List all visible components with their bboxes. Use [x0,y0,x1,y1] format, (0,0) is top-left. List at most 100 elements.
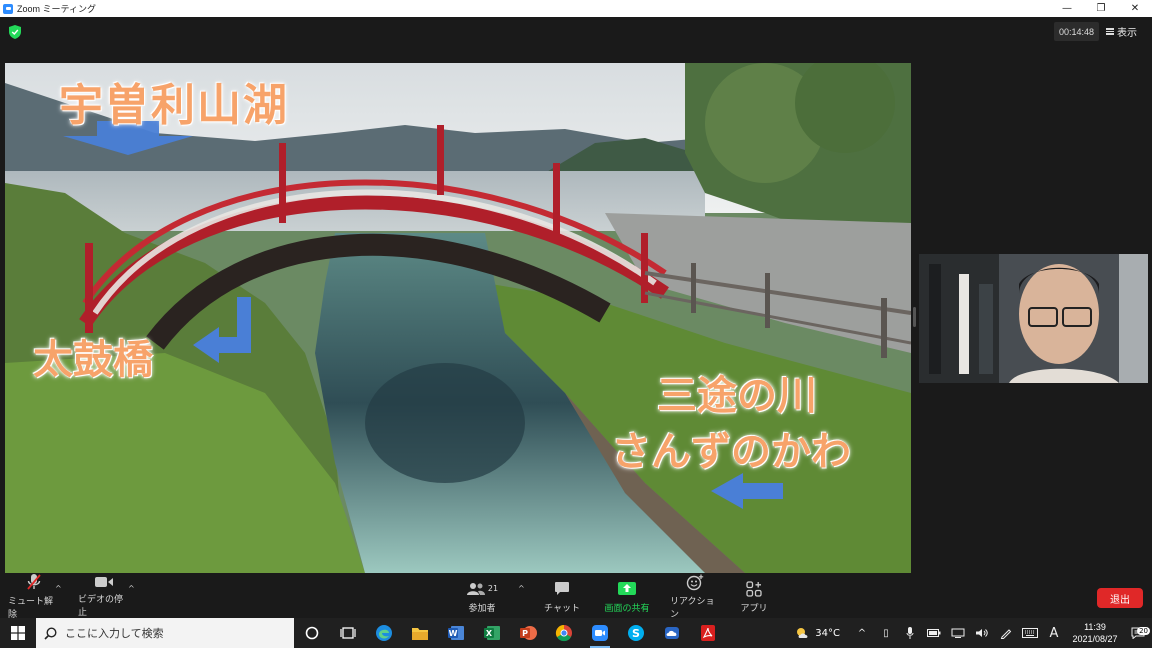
meeting-timer: 00:14:48 [1054,22,1099,41]
task-view-icon [340,627,356,639]
meeting-area: 00:14:48 表示 宇曽利山湖 太鼓橋 三途の川 さんずのかわ [0,17,1152,575]
weather-widget[interactable]: 34°C [795,626,840,640]
chat-bubble-icon [554,580,570,598]
acrobat-pdf-icon [701,625,715,641]
notification-center-button[interactable]: 20 [1124,627,1152,639]
video-camera-icon [94,575,114,589]
minimize-button[interactable]: — [1050,0,1084,17]
taskbar-search-box[interactable]: ここに入力して検索 [36,618,294,648]
cortana-button[interactable] [294,618,330,648]
participant-video-frame [919,254,1148,383]
network-icon[interactable] [946,628,970,638]
microphone-muted-icon [26,573,42,591]
chrome-icon [555,624,572,642]
river-label: 三途の川 [657,373,817,419]
taskbar-excel[interactable]: X [474,618,510,648]
video-options-chevron-up-icon[interactable]: ^ [128,584,135,593]
svg-text:S: S [632,627,640,640]
window-title: Zoom ミーティング [17,4,96,14]
reactions-button[interactable]: リアクション [670,574,720,620]
taskbar-powerpoint[interactable]: P [510,618,546,648]
cloud-icon [665,627,679,639]
share-screen-button[interactable]: 画面の共有 [600,575,654,618]
touch-keyboard-icon[interactable] [1018,628,1042,638]
panel-splitter-handle[interactable] [913,307,916,327]
taskbar-word[interactable]: W [438,618,474,648]
battery-icon[interactable] [922,629,946,637]
restore-button[interactable]: ❐ [1084,0,1118,17]
smiley-plus-icon [686,574,704,591]
powerpoint-icon: P [520,626,537,640]
zoom-app-icon [592,625,608,641]
security-shield-icon[interactable] [9,25,21,39]
search-placeholder: ここに入力して検索 [65,627,164,640]
clock-time: 11:39 [1084,622,1106,632]
taskbar-skype[interactable]: S [618,618,654,648]
apps-icon [746,580,762,598]
zoom-logo-icon [3,3,13,14]
title-bar: Zoom ミーティング — ❐ ✕ [0,0,1152,17]
grid-view-icon [1106,28,1114,35]
shared-photo [5,63,911,573]
apps-button-label: アプリ [740,603,768,614]
clock-date: 2021/08/27 [1072,634,1118,644]
view-button-label: 表示 [1117,28,1137,39]
word-icon: W [448,626,464,640]
share-screen-button-label: 画面の共有 [604,603,650,614]
skype-icon: S [628,625,644,641]
search-icon [44,626,57,640]
close-button[interactable]: ✕ [1118,0,1152,17]
svg-text:P: P [522,629,528,638]
participants-options-chevron-up-icon[interactable]: ^ [518,584,525,593]
edge-browser-icon [376,625,392,641]
apps-button[interactable]: アプリ [736,575,772,618]
participant-video[interactable] [919,254,1148,383]
notification-count-badge: 20 [1137,627,1150,635]
excel-icon: X [484,626,500,640]
unmute-button-label: ミュート解除 [8,597,54,620]
show-hidden-icons-chevron-up-icon[interactable]: ^ [850,628,874,639]
reactions-button-label: リアクション [670,596,715,620]
taskbar-zoom[interactable] [582,618,618,648]
stop-video-button[interactable]: ビデオの停止 [78,575,130,618]
task-view-button[interactable] [330,618,366,648]
sun-cloud-icon [797,628,808,638]
participants-count: 21 [487,584,499,593]
windows-taskbar: ここに入力して検索 W X P S 34°C ^ ▯ A 11:39 2021/… [0,618,1152,648]
participants-button[interactable]: 21 参加者 [462,575,502,618]
ime-indicator[interactable]: A [1042,626,1066,641]
taskbar-chrome[interactable] [546,618,582,648]
svg-text:X: X [486,629,493,638]
volume-icon[interactable] [970,628,994,638]
participants-button-label: 参加者 [468,603,496,614]
leave-button[interactable]: 退出 [1097,588,1143,608]
cortana-circle-icon [305,626,319,640]
pen-ink-icon[interactable] [994,627,1018,639]
participants-icon: 21 [466,580,498,598]
meeting-toolbar: ミュート解除 ^ ビデオの停止 ^ 21 参加者 ^ チャット 画面の共有 リア… [0,573,1152,620]
bridge-label: 太鼓橋 [33,337,153,383]
start-button[interactable] [0,618,36,648]
folder-icon [412,627,428,640]
phone-link-icon[interactable]: ▯ [874,628,898,639]
taskbar-cloud-app[interactable] [654,618,690,648]
taskbar-acrobat[interactable] [690,618,726,648]
lake-label: 宇曽利山湖 [59,80,289,131]
chat-button[interactable]: チャット [542,575,582,618]
view-button[interactable]: 表示 [1106,22,1137,41]
windows-logo-icon [11,626,25,640]
system-tray: 34°C ^ ▯ A 11:39 2021/08/27 20 [795,618,1152,648]
stop-video-button-label: ビデオの停止 [78,595,124,618]
chat-button-label: チャット [544,603,580,614]
share-screen-arrow-icon [617,580,637,598]
taskbar-edge[interactable] [366,618,402,648]
temperature: 34°C [815,627,840,639]
taskbar-file-explorer[interactable] [402,618,438,648]
river-reading-label: さんずのかわ [611,429,851,475]
svg-text:W: W [449,629,458,638]
taskbar-clock[interactable]: 11:39 2021/08/27 [1066,621,1124,645]
audio-options-chevron-up-icon[interactable]: ^ [55,584,62,593]
shared-screen[interactable]: 宇曽利山湖 太鼓橋 三途の川 さんずのかわ [5,63,911,573]
unmute-button[interactable]: ミュート解除 [8,573,60,620]
microphone-tray-icon[interactable] [898,627,922,639]
